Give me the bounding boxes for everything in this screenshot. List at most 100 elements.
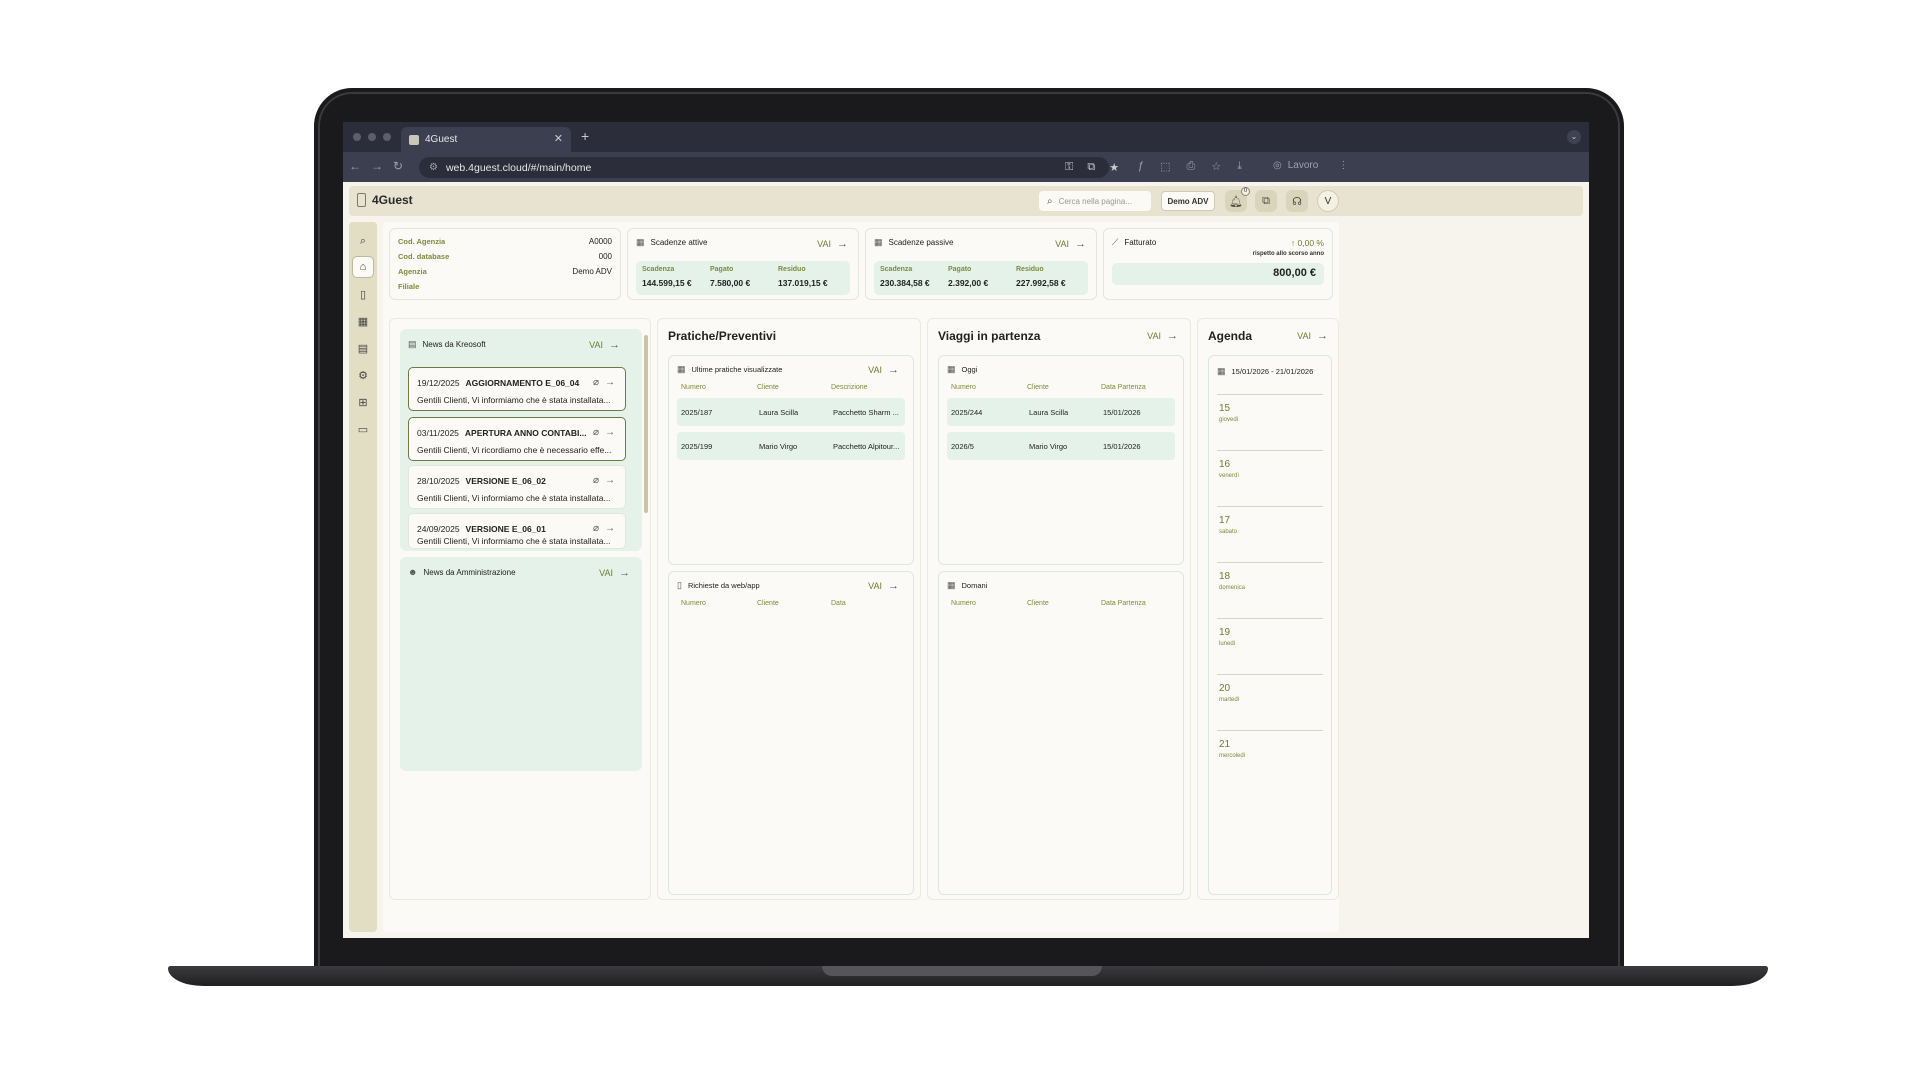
fatturato-pct: ↑ 0,00 % <box>1291 238 1324 248</box>
calendar-icon: ▦ <box>1217 366 1226 376</box>
agenda-day[interactable]: 15 giovedì <box>1217 394 1323 449</box>
support-button[interactable]: ☊ <box>1286 190 1308 212</box>
reload-icon[interactable]: ↻ <box>393 159 403 173</box>
col-header: Cliente <box>757 384 779 391</box>
col-value: 2.392,00 € <box>948 278 989 288</box>
search-icon: ⌕ <box>359 234 367 247</box>
sidebar-mobile[interactable]: ▭ <box>352 418 374 440</box>
arrow-right-icon[interactable]: → <box>605 427 615 438</box>
browser-menu-icon[interactable]: ⋮ <box>1338 160 1348 171</box>
tab-search-button[interactable]: ⌄ <box>1567 130 1581 144</box>
favorites-icon[interactable]: ☆ <box>1211 160 1221 173</box>
address-bar[interactable]: ⚙ web.4guest.cloud/#/main/home <box>419 157 1109 178</box>
password-key-icon[interactable]: ⚿ <box>1065 161 1073 174</box>
agenda-day[interactable]: 18 domenica <box>1217 562 1323 617</box>
page-search-input[interactable]: ⌕ Cerca nella pagina... <box>1039 191 1151 211</box>
agency-selector-button[interactable]: Demo ADV <box>1161 191 1215 211</box>
print-icon[interactable]: ⎙ <box>1187 160 1196 173</box>
new-tab-button[interactable]: + <box>581 128 589 144</box>
logo-icon <box>357 193 366 207</box>
bookmark-star-icon[interactable]: ★ <box>1109 161 1119 174</box>
app-logo[interactable]: 4Guest <box>357 193 413 207</box>
scadenze-attive-vai-link[interactable]: VAI → <box>817 238 848 250</box>
agenda-vai-link[interactable]: VAI → <box>1297 330 1328 342</box>
col-header: Numero <box>951 600 976 607</box>
forward-icon[interactable]: → <box>371 159 383 173</box>
col-header: Numero <box>951 384 976 391</box>
sidebar-documents[interactable]: ▤ <box>352 337 374 359</box>
news-title: News da Amministrazione <box>423 567 516 577</box>
agenda-day[interactable]: 21 mercoledì <box>1217 730 1323 785</box>
sidebar-gifts[interactable]: ⊞ <box>352 391 374 413</box>
table-row[interactable]: 2025/244 Laura Scilla 15/01/2026 <box>947 398 1175 426</box>
news-item[interactable]: 19/12/2025 AGGIORNAMENTO E_06_04 ⌀ → Genti… <box>408 367 626 411</box>
agenda-day[interactable]: 16 venerdì <box>1217 450 1323 505</box>
table-row[interactable]: 2025/187 Laura Scilla Pacchetto Sharm ..… <box>677 398 905 426</box>
richieste-vai-link[interactable]: VAI → <box>868 580 899 592</box>
news-item[interactable]: 28/10/2025 VERSIONE E_06_02 ⌀ → Gentili Cl… <box>408 465 626 509</box>
news-scrollbar[interactable] <box>644 335 648 513</box>
arrow-right-icon[interactable]: → <box>605 523 615 534</box>
app-header: 4Guest ⌕ Cerca nella pagina... Demo ADV … <box>349 186 1583 216</box>
news-kreosoft-vai-link[interactable]: VAI → <box>589 339 620 351</box>
minimize-window-button[interactable] <box>368 133 376 141</box>
viaggi-vai-link[interactable]: VAI → <box>1147 330 1178 342</box>
arrow-right-icon[interactable]: → <box>605 475 615 486</box>
agenda-range[interactable]: 15/01/2026 - 21/01/2026 <box>1232 367 1314 376</box>
maximize-window-button[interactable] <box>383 133 391 141</box>
col-label: Pagato <box>948 266 972 273</box>
news-item[interactable]: 24/09/2025 VERSIONE E_06_01 ⌀ → Gentili Cl… <box>408 513 626 549</box>
agency-key: Cod. database <box>398 252 450 261</box>
arrow-right-icon: → <box>1075 238 1086 250</box>
table-row[interactable]: 2026/5 Mario Virgo 15/01/2026 <box>947 432 1175 460</box>
table-row[interactable]: 2025/199 Mario Virgo Pacchetto Alpitour.… <box>677 432 905 460</box>
close-window-button[interactable] <box>353 133 361 141</box>
window-controls <box>353 133 391 141</box>
install-app-icon[interactable]: ⧉ <box>1087 161 1095 174</box>
back-icon[interactable]: ← <box>349 159 361 173</box>
site-info-icon[interactable]: ⚙ <box>429 162 438 173</box>
col-header: Descrizione <box>831 384 868 391</box>
gear-icon: ⚙ <box>358 369 368 382</box>
agenda-week: ▦ 15/01/2026 - 21/01/2026 15 giovedì 16 ven… <box>1208 355 1332 895</box>
ultime-pratiche-vai-link[interactable]: VAI → <box>868 364 899 376</box>
sub-title: Domani <box>961 581 988 590</box>
sidebar-search[interactable]: ⌕ <box>352 230 374 252</box>
scadenze-passive-vai-link[interactable]: VAI → <box>1055 238 1086 250</box>
windows-button[interactable]: ⧉ <box>1255 190 1277 212</box>
profile-button[interactable]: ◎ Lavoro ⋮ <box>1273 160 1348 171</box>
browser-tab[interactable]: 4Guest ✕ <box>401 127 571 152</box>
extension-icon[interactable]: ƒ <box>1138 160 1144 173</box>
cell: 15/01/2026 <box>1103 408 1141 417</box>
day-number: 18 <box>1219 571 1231 582</box>
news-item-title: VERSIONE E_06_01 <box>465 524 546 534</box>
agenda-day[interactable]: 19 lunedì <box>1217 618 1323 673</box>
sidebar-home[interactable]: ⌂ <box>352 256 374 278</box>
user-avatar[interactable]: V <box>1317 190 1339 212</box>
agency-key: Cod. Agenzia <box>398 237 446 246</box>
agenda-day[interactable]: 17 sabato <box>1217 506 1323 561</box>
day-weekday: martedì <box>1219 697 1240 703</box>
extensions-puzzle-icon[interactable]: ⬚ <box>1160 160 1170 173</box>
sidebar-luggage[interactable]: ▯ <box>352 283 374 305</box>
tab-close-icon[interactable]: ✕ <box>554 132 563 145</box>
col-header: Data Partenza <box>1101 384 1146 391</box>
day-weekday: venerdì <box>1219 473 1240 479</box>
panel-title: Viaggi in partenza <box>938 329 1041 343</box>
news-amministrazione-vai-link[interactable]: VAI → <box>599 567 630 579</box>
vai-label: VAI <box>589 340 603 350</box>
arrow-right-icon[interactable]: → <box>605 377 615 388</box>
agenda-day[interactable]: 20 martedì <box>1217 674 1323 729</box>
news-kreosoft-box: ▤ News da Kreosoft VAI → 19/12/2025 AGGIORN… <box>400 329 648 551</box>
notifications-button[interactable]: 🔔︎ 0 <box>1225 187 1250 212</box>
col-label: Residuo <box>778 266 806 273</box>
vai-label: VAI <box>1147 331 1161 341</box>
sidebar-settings[interactable]: ⚙ <box>352 364 374 386</box>
col-header: Data <box>831 600 846 607</box>
cell: 2025/187 <box>681 408 713 417</box>
home-icon: ⌂ <box>359 261 367 273</box>
sidebar-calendar[interactable]: ▦ <box>352 310 374 332</box>
news-item[interactable]: 03/11/2025 APERTURA ANNO CONTABI... ⌀ → Ge… <box>408 417 626 461</box>
download-icon[interactable]: ⤓ <box>1237 160 1242 173</box>
news-body: Gentili Clienti, Vi ricordiamo che è nec… <box>417 445 612 455</box>
